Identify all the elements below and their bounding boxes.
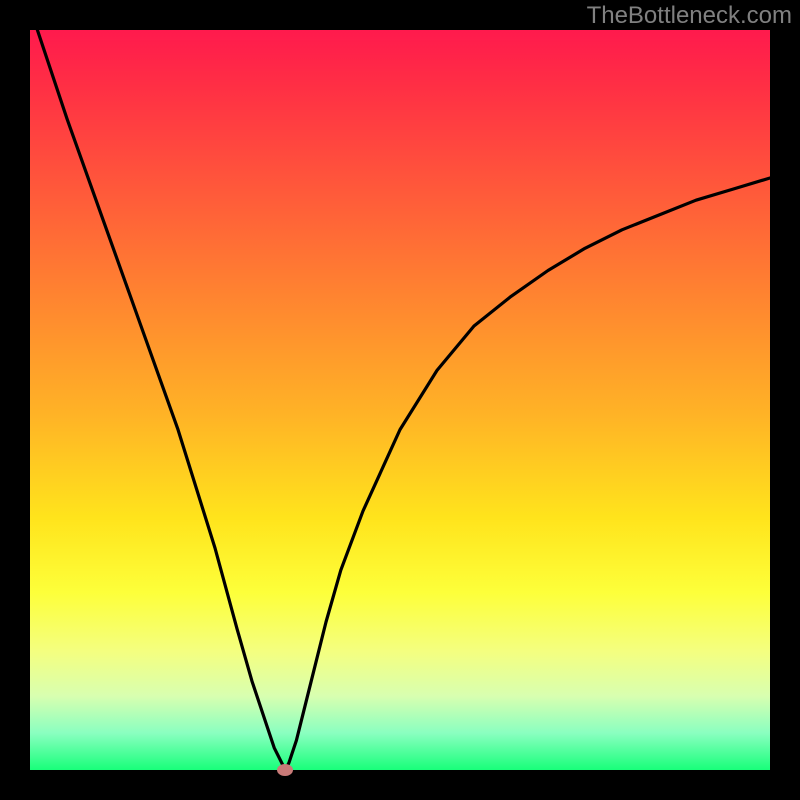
bottleneck-curve — [30, 30, 770, 770]
plot-area — [30, 30, 770, 770]
watermark-text: TheBottleneck.com — [587, 2, 792, 30]
chart-frame: TheBottleneck.com — [0, 0, 800, 800]
optimal-point-marker — [277, 764, 293, 776]
